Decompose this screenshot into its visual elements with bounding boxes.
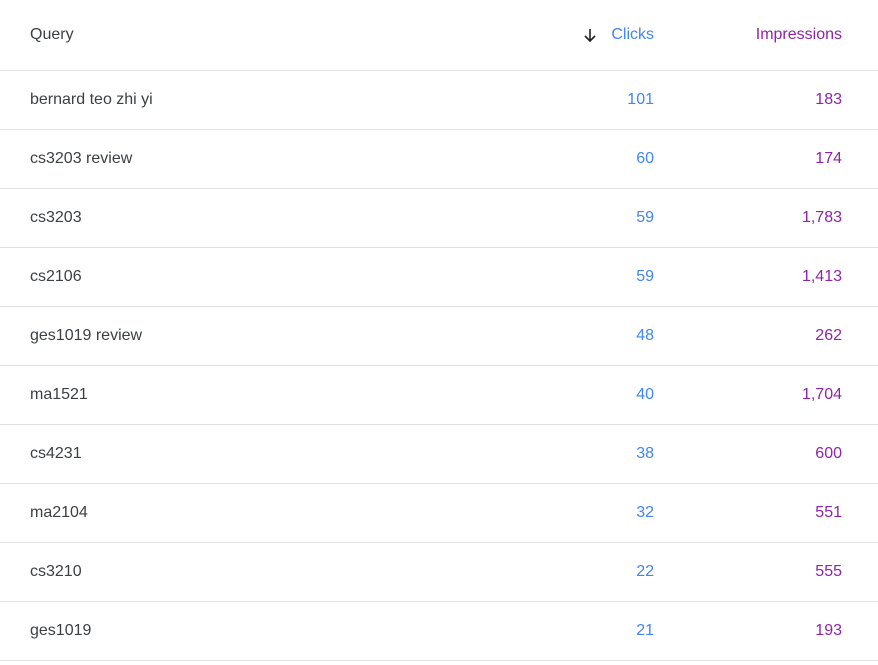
impressions-cell: 551 bbox=[815, 504, 842, 521]
table-row[interactable]: cs2106 59 1,413 bbox=[0, 248, 878, 307]
column-header-query[interactable]: Query bbox=[30, 0, 74, 70]
impressions-cell: 555 bbox=[815, 563, 842, 580]
table-row[interactable]: cs3210 22 555 bbox=[0, 543, 878, 602]
impressions-cell: 1,413 bbox=[801, 268, 842, 285]
query-cell: bernard teo zhi yi bbox=[30, 91, 153, 108]
clicks-cell: 101 bbox=[627, 91, 654, 108]
clicks-cell: 22 bbox=[636, 563, 654, 580]
query-cell: cs3210 bbox=[30, 563, 82, 580]
table-row[interactable]: cs3203 59 1,783 bbox=[0, 189, 878, 248]
query-cell: ges1019 review bbox=[30, 327, 143, 344]
column-header-clicks[interactable]: Clicks bbox=[582, 0, 654, 70]
clicks-cell: 40 bbox=[636, 386, 654, 403]
impressions-cell: 174 bbox=[815, 150, 842, 167]
table-row[interactable]: cs3203 review 60 174 bbox=[0, 130, 878, 189]
table-row[interactable]: bernard teo zhi yi 101 183 bbox=[0, 71, 878, 130]
table-row[interactable]: ma2104 32 551 bbox=[0, 484, 878, 543]
table-row[interactable]: ges1019 review 48 262 bbox=[0, 307, 878, 366]
clicks-cell: 21 bbox=[636, 622, 654, 639]
clicks-cell: 32 bbox=[636, 504, 654, 521]
clicks-cell: 60 bbox=[636, 150, 654, 167]
column-header-clicks-label: Clicks bbox=[611, 26, 654, 43]
query-cell: ma2104 bbox=[30, 504, 88, 521]
impressions-cell: 1,704 bbox=[801, 386, 842, 403]
column-header-impressions-label: Impressions bbox=[755, 26, 842, 43]
table-row[interactable]: cs4231 38 600 bbox=[0, 425, 878, 484]
column-header-query-label: Query bbox=[30, 26, 74, 43]
impressions-cell: 183 bbox=[815, 91, 842, 108]
table-row[interactable]: ma1521 40 1,704 bbox=[0, 366, 878, 425]
query-cell: cs3203 bbox=[30, 209, 82, 226]
impressions-cell: 193 bbox=[815, 622, 842, 639]
clicks-cell: 38 bbox=[636, 445, 654, 462]
query-cell: ges1019 bbox=[30, 622, 92, 639]
clicks-cell: 59 bbox=[636, 268, 654, 285]
query-cell: cs2106 bbox=[30, 268, 82, 285]
table-header-row: Query Clicks Impressions bbox=[0, 0, 878, 71]
column-header-impressions[interactable]: Impressions bbox=[756, 0, 842, 70]
arrow-down-icon bbox=[582, 27, 598, 43]
impressions-cell: 1,783 bbox=[801, 209, 842, 226]
impressions-cell: 262 bbox=[815, 327, 842, 344]
table-row[interactable]: ges1019 21 193 bbox=[0, 602, 878, 661]
clicks-cell: 48 bbox=[636, 327, 654, 344]
query-cell: ma1521 bbox=[30, 386, 88, 403]
query-cell: cs3203 review bbox=[30, 150, 133, 167]
impressions-cell: 600 bbox=[815, 445, 842, 462]
queries-table: Query Clicks Impressions bernard teo zhi… bbox=[0, 0, 878, 661]
query-cell: cs4231 bbox=[30, 445, 82, 462]
clicks-cell: 59 bbox=[636, 209, 654, 226]
